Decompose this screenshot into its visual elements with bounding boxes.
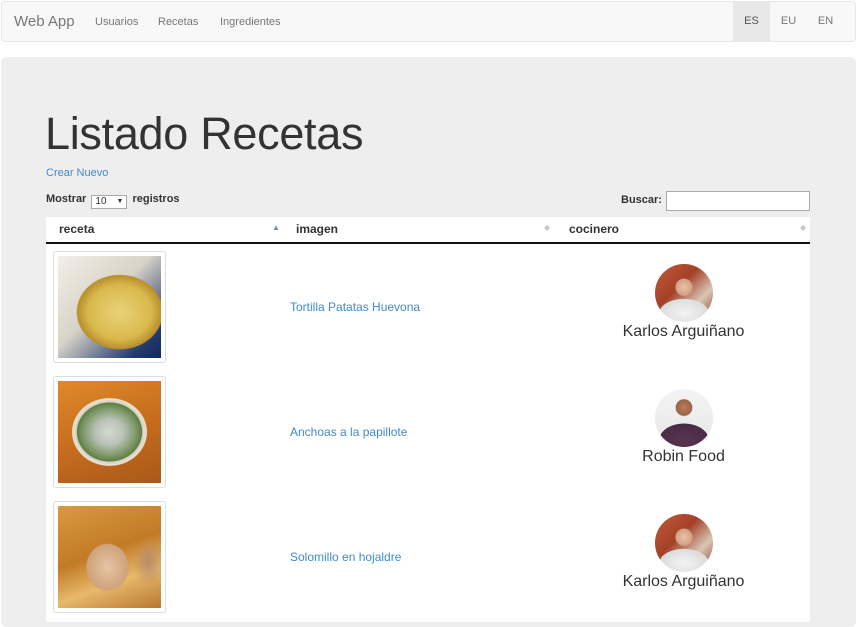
- column-header-cocinero[interactable]: cocinero: [569, 222, 619, 236]
- column-header-imagen[interactable]: imagen: [296, 222, 338, 236]
- nav-link-recetas[interactable]: Recetas: [158, 16, 198, 28]
- brand-link[interactable]: Web App: [14, 13, 75, 30]
- sort-both-icon[interactable]: ◆: [800, 223, 806, 232]
- anchoas-photo: [58, 381, 161, 483]
- chevron-down-icon: ▼: [116, 198, 124, 205]
- table-row: Anchoas a la papillote Robin Food: [46, 369, 810, 494]
- chef-avatar: [654, 264, 713, 322]
- page-size-value: 10: [95, 196, 107, 207]
- language-eu[interactable]: EU: [770, 2, 807, 41]
- chef-avatar: [654, 389, 713, 447]
- page-size-control: Mostrar 10 ▼ registros: [46, 193, 180, 209]
- chef-cell: Karlos Arguiñano: [601, 514, 766, 591]
- records-label: registros: [132, 193, 180, 205]
- sort-ascending-icon[interactable]: ▲: [272, 223, 280, 232]
- language-es[interactable]: ES: [733, 2, 770, 41]
- recipes-table: receta ▲ imagen ◆ cocinero ◆ Tortilla Pa…: [46, 217, 810, 622]
- table-row: Tortilla Patatas Huevona Karlos Arguiñan…: [46, 244, 810, 369]
- search-label: Buscar:: [621, 194, 662, 206]
- solomillo-photo: [58, 506, 161, 608]
- chef-cell: Robin Food: [601, 389, 766, 466]
- chef-cell: Karlos Arguiñano: [601, 264, 766, 341]
- recipe-link[interactable]: Anchoas a la papillote: [290, 425, 407, 439]
- navbar: Web App Usuarios Recetas Ingredientes ES…: [1, 1, 856, 42]
- tortilla-photo: [58, 256, 161, 358]
- chef-name: Robin Food: [642, 448, 725, 465]
- chef-avatar: [654, 514, 713, 572]
- nav-link-usuarios[interactable]: Usuarios: [95, 16, 138, 28]
- language-en[interactable]: EN: [807, 2, 844, 41]
- nav-link-ingredientes[interactable]: Ingredientes: [220, 16, 281, 28]
- chef-name: Karlos Arguiñano: [622, 323, 745, 340]
- recipe-thumbnail[interactable]: [53, 376, 166, 488]
- search-input[interactable]: [666, 191, 810, 211]
- recipe-link[interactable]: Tortilla Patatas Huevona: [290, 300, 420, 314]
- page-size-select[interactable]: 10 ▼: [91, 195, 128, 209]
- table-row: Solomillo en hojaldre Karlos Arguiñano: [46, 494, 810, 619]
- chef-name: Karlos Arguiñano: [622, 573, 745, 590]
- table-header: receta ▲ imagen ◆ cocinero ◆: [46, 217, 810, 244]
- recipe-thumbnail[interactable]: [53, 501, 166, 613]
- column-header-receta[interactable]: receta: [59, 222, 94, 236]
- recipe-link[interactable]: Solomillo en hojaldre: [290, 550, 401, 564]
- create-new-link[interactable]: Crear Nuevo: [46, 167, 108, 179]
- page-title: Listado Recetas: [45, 108, 364, 159]
- show-label: Mostrar: [46, 193, 87, 205]
- recipe-thumbnail[interactable]: [53, 251, 166, 363]
- sort-both-icon[interactable]: ◆: [544, 223, 550, 232]
